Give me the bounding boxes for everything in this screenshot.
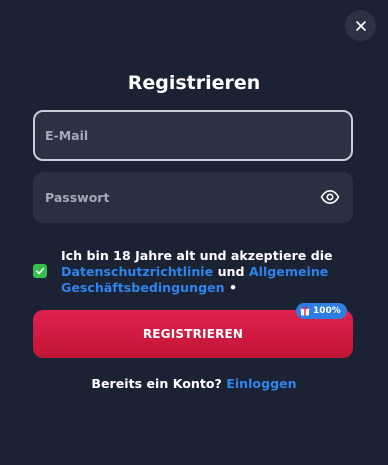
password-input[interactable] — [33, 172, 353, 223]
email-field[interactable] — [33, 110, 353, 161]
registration-modal: Registrieren Ich bin 18 Jahre alt und ak… — [0, 0, 388, 465]
password-field[interactable] — [33, 172, 353, 223]
register-button-label: REGISTRIEREN — [142, 327, 244, 341]
gift-icon — [300, 306, 310, 316]
email-input[interactable] — [35, 112, 351, 159]
login-prompt: Bereits ein Konto? Einloggen — [0, 376, 388, 391]
close-button[interactable] — [345, 10, 376, 41]
consent-text: Ich bin 18 Jahre alt und akzeptiere die … — [61, 248, 353, 296]
required-marker: • — [229, 280, 238, 295]
consent-prefix: Ich bin 18 Jahre alt und akzeptiere die — [61, 248, 333, 263]
login-question: Bereits ein Konto? — [91, 376, 222, 391]
privacy-policy-link[interactable]: Datenschutzrichtlinie — [61, 264, 213, 279]
bonus-badge-text: 100% — [313, 306, 341, 316]
eye-icon — [320, 189, 340, 205]
bonus-badge: 100% — [296, 303, 347, 319]
consent-connector: und — [217, 264, 245, 279]
page-title: Registrieren — [127, 72, 261, 94]
consent-row: Ich bin 18 Jahre alt und akzeptiere die … — [33, 248, 353, 298]
age-consent-checkbox[interactable] — [33, 264, 47, 278]
show-password-button[interactable] — [320, 187, 340, 207]
close-icon — [355, 20, 366, 31]
checkmark-icon — [36, 267, 45, 275]
login-link[interactable]: Einloggen — [226, 376, 296, 391]
